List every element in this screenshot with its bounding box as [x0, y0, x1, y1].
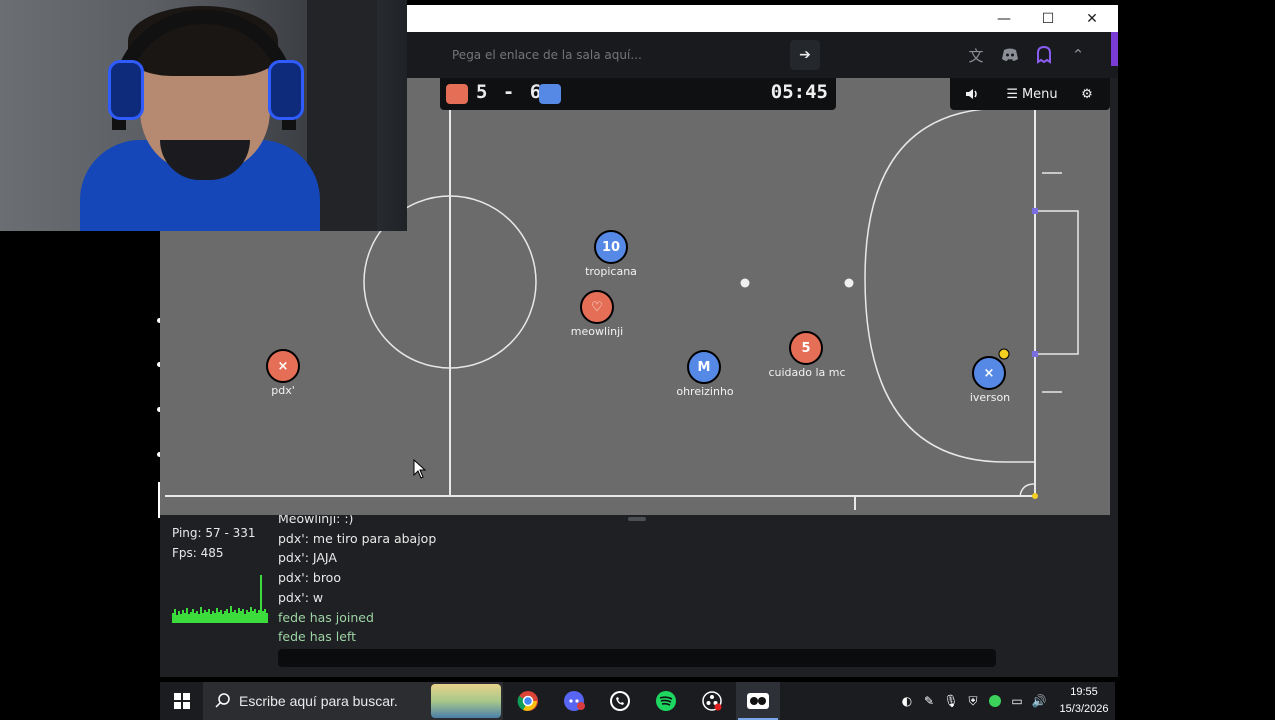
chat-message: pdx': JAJA — [278, 550, 337, 566]
maximize-button[interactable]: ☐ — [1026, 5, 1070, 32]
windows-start-button[interactable] — [160, 682, 204, 720]
chat-message: pdx': w — [278, 589, 324, 605]
search-icon — [215, 693, 230, 708]
close-button[interactable]: ✕ — [1070, 5, 1114, 32]
room-link-input[interactable] — [452, 44, 802, 66]
chevron-up-icon[interactable]: ⌃ — [1067, 44, 1089, 66]
title-bar: — ☐ ✕ — [407, 5, 1118, 32]
webcam-overlay — [0, 0, 407, 231]
bottom-panel: Ping: 57 - 331 Fps: 485 Meowlinji: :) pd… — [160, 515, 1110, 677]
clock-time: 19:55 — [1070, 686, 1098, 698]
player-name: iverson — [969, 391, 1011, 404]
menu-button[interactable]: ☰ Menu — [998, 78, 1066, 110]
search-placeholder: Escribe aquí para buscar. — [239, 693, 398, 709]
player-avatar: 10 — [594, 230, 628, 264]
player-name: pdx' — [271, 384, 295, 397]
arrow-right-icon: ➔ — [799, 47, 811, 63]
windows-icon — [174, 693, 190, 709]
tray-obs-icon[interactable]: ◐ — [896, 682, 918, 720]
chrome-icon[interactable] — [506, 682, 550, 720]
translate-icon[interactable]: 文 — [965, 44, 987, 66]
fps-label: Fps: 485 — [172, 546, 224, 560]
player-avatar: ♡ — [580, 290, 614, 324]
chat-input[interactable] — [278, 649, 996, 667]
mouse-cursor-icon — [413, 459, 427, 479]
microphone-icon[interactable]: 🎙 — [940, 682, 962, 720]
menu-label: Menu — [1021, 86, 1058, 102]
gear-icon: ⚙ — [1081, 86, 1093, 102]
whatsapp-icon[interactable] — [598, 682, 642, 720]
taskbar: Escribe aquí para buscar. ◐ ✎ 🎙 ⛨ ▭ 🔊 19… — [160, 682, 1115, 720]
player-avatar: 5 — [789, 331, 823, 365]
speaker-icon — [966, 89, 977, 99]
shield-icon[interactable]: ⛨ — [962, 682, 984, 720]
game-menu-bar: ☰ Menu ⚙ — [950, 78, 1110, 110]
chat-message: Meowlinji: :) — [278, 515, 354, 526]
sound-button[interactable] — [954, 78, 990, 110]
volume-icon[interactable]: 🔊 — [1028, 682, 1050, 720]
chat-message: pdx': me tiro para abajop — [278, 530, 437, 546]
chat-log: Meowlinji: :) pdx': me tiro para abajop … — [278, 515, 1038, 647]
match-timer: 05:45 — [770, 81, 828, 103]
minimize-button[interactable]: — — [982, 5, 1026, 32]
net-stats: Ping: 57 - 331 Fps: 485 — [172, 523, 256, 563]
player-avatar: × — [266, 349, 300, 383]
player-avatar: × — [972, 356, 1006, 390]
discord-icon[interactable] — [552, 682, 596, 720]
status-green-icon[interactable] — [984, 682, 1006, 720]
spotify-icon[interactable] — [644, 682, 688, 720]
taskbar-clock[interactable]: 19:55 15/3/2026 — [1053, 684, 1115, 718]
ping-label: Ping: 57 - 331 — [172, 526, 256, 540]
player-avatar: M — [687, 350, 721, 384]
hamburger-icon: ☰ — [1006, 86, 1018, 102]
player-name: meowlinji — [570, 325, 624, 338]
taskbar-search[interactable]: Escribe aquí para buscar. — [203, 682, 503, 720]
player-name: ohreizinho — [676, 385, 734, 398]
haxball-icon[interactable] — [736, 682, 780, 720]
tray-tool-icon[interactable]: ✎ — [918, 682, 940, 720]
chat-system-message: fede has joined — [278, 609, 374, 625]
discord-icon[interactable] — [999, 44, 1021, 66]
room-link-bar: ➔ 文 ⌃ — [407, 32, 1118, 78]
obs-icon[interactable] — [690, 682, 734, 720]
ghost-icon[interactable] — [1033, 44, 1055, 66]
blue-team-swatch — [539, 84, 561, 104]
player-name: tropicana — [585, 265, 637, 278]
chat-system-message: fede has left — [278, 629, 357, 645]
ping-graph — [172, 575, 268, 623]
network-icon[interactable]: ▭ — [1006, 682, 1028, 720]
search-highlight-image — [431, 684, 501, 718]
scoreboard: 5 - 6 05:45 — [440, 78, 836, 110]
desktop: — ☐ ✕ ➔ 文 ⌃ — [0, 0, 1275, 720]
scroll-accent — [1111, 32, 1118, 66]
clock-date: 15/3/2026 — [1059, 703, 1109, 715]
settings-button[interactable]: ⚙ — [1070, 78, 1104, 110]
go-button[interactable]: ➔ — [790, 40, 820, 70]
chat-message: pdx': broo — [278, 570, 341, 586]
score-display: 5 - 6 — [476, 81, 544, 103]
player-name: cuidado la mc — [768, 366, 846, 379]
red-team-swatch — [446, 84, 468, 104]
